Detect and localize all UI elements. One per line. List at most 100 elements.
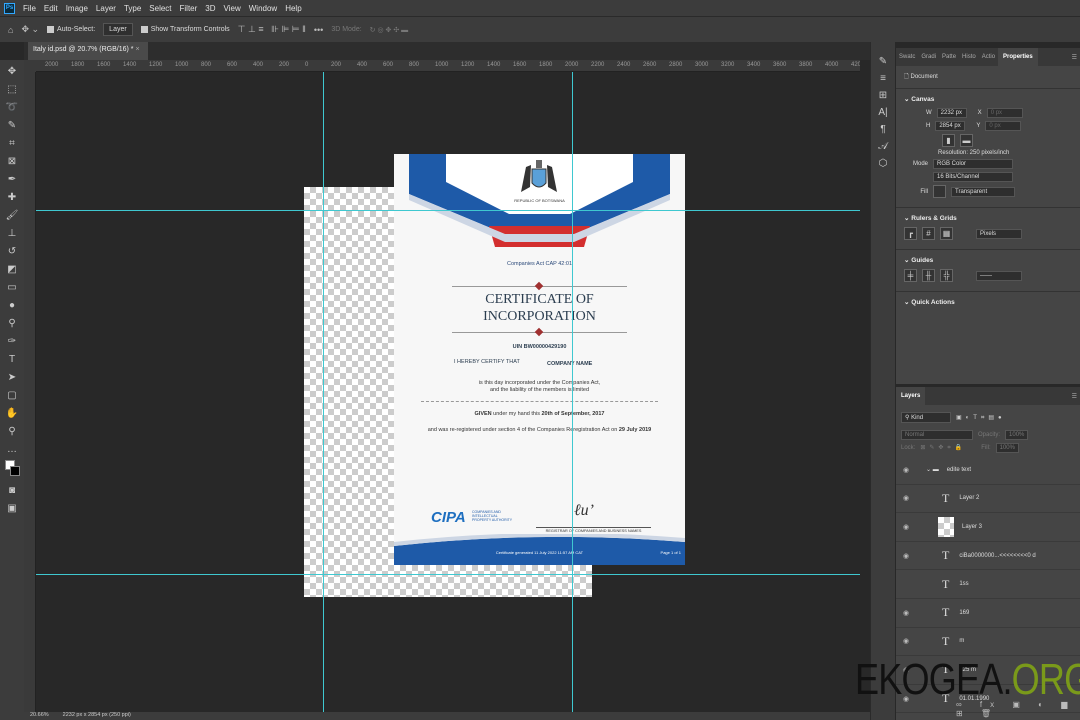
- clone-source-icon[interactable]: ⊞: [879, 90, 887, 101]
- rulers-icon[interactable]: ┏: [904, 227, 917, 240]
- layer-row[interactable]: ◉ T Layer 2: [896, 485, 1080, 514]
- fill-swatch[interactable]: [933, 185, 946, 198]
- show-transform-checkbox[interactable]: Show Transform Controls: [140, 26, 230, 33]
- tab-properties[interactable]: Properties: [998, 48, 1038, 66]
- landscape-orientation-button[interactable]: ▬: [960, 134, 973, 147]
- stamp-tool-icon[interactable]: ⊥: [5, 226, 19, 241]
- more-options-button[interactable]: •••: [314, 25, 323, 35]
- menu-view[interactable]: View: [224, 4, 241, 13]
- layer-row[interactable]: ◉ Layer 3: [896, 513, 1080, 542]
- eraser-tool-icon[interactable]: ◩: [5, 262, 19, 277]
- menu-select[interactable]: Select: [149, 4, 171, 13]
- bit-depth-select[interactable]: 16 Bits/Channel: [933, 172, 1013, 182]
- quick-select-tool-icon[interactable]: ✎: [5, 118, 19, 133]
- layer-row[interactable]: ◉ T 169: [896, 599, 1080, 628]
- visibility-eye-icon[interactable]: ◉: [896, 466, 916, 474]
- mode-select[interactable]: RGB Color: [933, 159, 1013, 169]
- character-icon[interactable]: A|: [878, 107, 887, 118]
- 3d-icon[interactable]: ⬡: [879, 158, 888, 169]
- visibility-eye-icon[interactable]: ◉: [896, 637, 916, 645]
- auto-select-checkbox[interactable]: Auto-Select:: [47, 26, 95, 33]
- tab-gradients[interactable]: Gradi: [918, 54, 939, 60]
- visibility-eye-icon[interactable]: ◉: [896, 609, 916, 617]
- canvas-area[interactable]: REPUBLIC OF BOTSWANA Companies Act CAP 4…: [36, 72, 860, 712]
- close-tab-icon[interactable]: ×: [135, 46, 139, 53]
- menu-image[interactable]: Image: [66, 4, 88, 13]
- canvas-section[interactable]: Canvas: [911, 96, 934, 103]
- fill-input[interactable]: 100%: [995, 443, 1019, 453]
- menu-edit[interactable]: Edit: [44, 4, 58, 13]
- crop-tool-icon[interactable]: ⌗: [5, 136, 19, 151]
- menu-help[interactable]: Help: [285, 4, 301, 13]
- shape-tool-icon[interactable]: ▢: [5, 388, 19, 403]
- guides-toggle-icon[interactable]: ▦: [940, 227, 953, 240]
- layer-row[interactable]: ◉ TciBa0000000...<<<<<<<<0 d: [896, 542, 1080, 571]
- quick-mask-icon[interactable]: ◙: [5, 483, 19, 498]
- menu-layer[interactable]: Layer: [96, 4, 116, 13]
- move-tool-icon[interactable]: ✥: [5, 64, 19, 79]
- path-select-tool-icon[interactable]: ➤: [5, 370, 19, 385]
- rulers-grids-section[interactable]: Rulers & Grids: [911, 215, 957, 222]
- zoom-level[interactable]: 20.66%: [30, 712, 49, 720]
- layer-row[interactable]: ◉ ⌄ ▬ edite text: [896, 456, 1080, 485]
- paragraph-icon[interactable]: ¶: [880, 124, 885, 135]
- color-swatches[interactable]: [5, 460, 20, 480]
- width-input[interactable]: 2232 px: [936, 108, 967, 118]
- tab-layers[interactable]: Layers: [896, 387, 926, 405]
- height-input[interactable]: 2854 px: [935, 121, 966, 131]
- fill-select[interactable]: Transparent: [951, 186, 1015, 197]
- filter-icons[interactable]: ▣◐T⌗▤●: [956, 414, 1006, 422]
- menu-window[interactable]: Window: [249, 4, 277, 13]
- move-tool-icon[interactable]: ✥ ⌄: [21, 24, 39, 35]
- menu-file[interactable]: File: [23, 4, 36, 13]
- artboard-guides-icon[interactable]: ╫: [922, 269, 935, 282]
- lasso-tool-icon[interactable]: ➰: [5, 100, 19, 115]
- tab-patterns[interactable]: Patte: [939, 54, 959, 60]
- guide-vertical[interactable]: [323, 72, 324, 712]
- visibility-eye-icon[interactable]: ◉: [896, 494, 916, 502]
- guide-vertical[interactable]: [572, 72, 573, 712]
- dodge-tool-icon[interactable]: ⚲: [5, 316, 19, 331]
- guides-section[interactable]: Guides: [911, 257, 933, 264]
- menu-3d[interactable]: 3D: [205, 4, 215, 13]
- document-tab[interactable]: Italy id.psd @ 20.7% (RGB/16) * ×: [28, 42, 148, 60]
- align-icons[interactable]: ⊤ ⊥ ≡ ⊪ ⊫ ⊨ ‖: [238, 24, 306, 35]
- canvas-guides-icon[interactable]: ╪: [904, 269, 917, 282]
- more-tools-icon[interactable]: …: [5, 442, 19, 457]
- brush-settings-icon[interactable]: ✎: [879, 56, 887, 67]
- brushes-icon[interactable]: ≡: [880, 73, 886, 84]
- opacity-input[interactable]: 100%: [1005, 430, 1029, 440]
- glyphs-icon[interactable]: 𝒜: [878, 141, 887, 152]
- guide-style-select[interactable]: ——: [976, 270, 1022, 281]
- frame-tool-icon[interactable]: ⊠: [5, 154, 19, 169]
- tab-history[interactable]: Histo: [959, 54, 979, 60]
- pen-tool-icon[interactable]: ✑: [5, 334, 19, 349]
- lock-icons[interactable]: ⊠✎✥⌗🔒: [920, 444, 966, 452]
- guide-horizontal[interactable]: [36, 210, 860, 211]
- healing-tool-icon[interactable]: ✚: [5, 190, 19, 205]
- panel-menu-icon[interactable]: ☰: [1069, 393, 1080, 400]
- units-select[interactable]: Pixels: [976, 228, 1022, 239]
- filter-kind-select[interactable]: ⚲ Kind: [901, 412, 951, 423]
- portrait-orientation-button[interactable]: ▮: [942, 134, 955, 147]
- guide-horizontal[interactable]: [36, 574, 860, 575]
- layer-row[interactable]: ◉ Tm: [896, 628, 1080, 657]
- quick-actions-section[interactable]: Quick Actions: [911, 299, 954, 306]
- grid-icon[interactable]: #: [922, 227, 935, 240]
- screen-mode-icon[interactable]: ▣: [5, 501, 19, 516]
- type-tool-icon[interactable]: T: [5, 352, 19, 367]
- gradient-tool-icon[interactable]: ▭: [5, 280, 19, 295]
- panel-menu-icon[interactable]: ☰: [1069, 54, 1080, 61]
- new-guide-layout-icon[interactable]: ╬: [940, 269, 953, 282]
- y-input[interactable]: 0 px: [985, 121, 1022, 131]
- brush-tool-icon[interactable]: 🖌: [5, 208, 19, 223]
- marquee-tool-icon[interactable]: ⬚: [5, 82, 19, 97]
- blend-mode-select[interactable]: Normal: [901, 430, 973, 440]
- x-input[interactable]: 0 px: [986, 108, 1023, 118]
- menu-type[interactable]: Type: [124, 4, 141, 13]
- home-icon[interactable]: ⌂: [8, 25, 13, 35]
- eyedropper-tool-icon[interactable]: ✒: [5, 172, 19, 187]
- tab-actions[interactable]: Actio: [979, 54, 998, 60]
- visibility-eye-icon[interactable]: ◉: [896, 523, 916, 531]
- layer-row[interactable]: T 1ss: [896, 570, 1080, 599]
